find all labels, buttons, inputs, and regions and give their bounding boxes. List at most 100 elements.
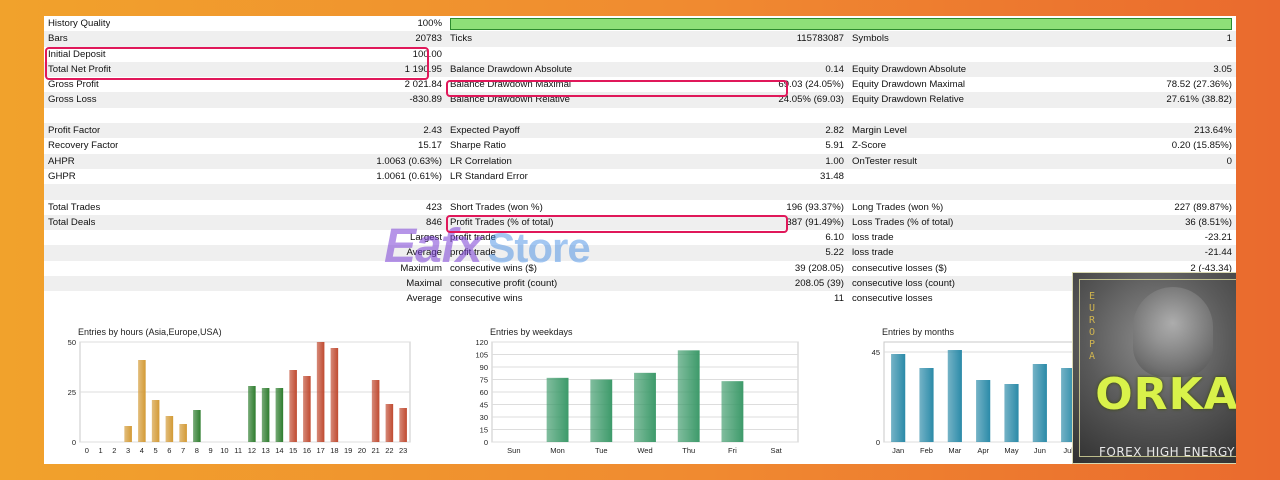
metric-value: 11 bbox=[834, 293, 844, 305]
chart-bar bbox=[371, 380, 380, 442]
chart-bar bbox=[330, 348, 339, 442]
chart-title: Entries by weekdays bbox=[490, 327, 573, 337]
report-cell: Short Trades (won %) 196 (93.37%) bbox=[446, 199, 848, 215]
metric-label: OnTester result bbox=[852, 155, 918, 167]
metric-label: Gross Loss bbox=[48, 94, 97, 106]
report-cell bbox=[848, 184, 1236, 200]
chart-bar bbox=[634, 372, 656, 442]
metric-value: 213.64% bbox=[1194, 125, 1232, 137]
chart-bar bbox=[721, 381, 744, 442]
report-cell: consecutive wins 11 bbox=[446, 291, 848, 307]
x-tick-label: Wed bbox=[637, 446, 652, 455]
x-tick-label: 20 bbox=[358, 446, 366, 455]
metric-label: Sharpe Ratio bbox=[450, 140, 506, 152]
chart-bar bbox=[919, 368, 934, 442]
x-tick-label: 18 bbox=[330, 446, 338, 455]
report-cell: History Quality 100% bbox=[44, 16, 446, 32]
report-cell bbox=[446, 16, 848, 32]
x-tick-label: 5 bbox=[154, 446, 158, 455]
metric-value: 1.0061 (0.61%) bbox=[376, 170, 442, 182]
x-tick-label: Jan bbox=[892, 446, 904, 455]
x-tick-label: Thu bbox=[682, 446, 695, 455]
metric-value: 3.05 bbox=[1213, 63, 1232, 75]
metric-value: -21.44 bbox=[1204, 247, 1232, 259]
x-tick-label: Apr bbox=[977, 446, 989, 455]
x-tick-label: Tue bbox=[595, 446, 608, 455]
chart-bar bbox=[303, 376, 311, 442]
orka-vertical-letter: R bbox=[1088, 315, 1096, 326]
metric-value: 2 021.84 bbox=[404, 79, 442, 91]
chart-bar bbox=[891, 354, 906, 442]
history-quality-bar bbox=[848, 17, 1232, 30]
chart-bar bbox=[316, 342, 325, 442]
metric-label: Margin Level bbox=[852, 125, 907, 137]
metric-label: Initial Deposit bbox=[48, 48, 106, 60]
y-tick-label: 15 bbox=[480, 426, 488, 435]
x-tick-label: Jun bbox=[1034, 446, 1046, 455]
report-cell: Equity Drawdown Absolute 3.05 bbox=[848, 61, 1236, 78]
x-tick-label: 6 bbox=[167, 446, 171, 455]
metric-label: Balance Drawdown Maximal bbox=[450, 79, 572, 91]
metric-label: Short Trades (won %) bbox=[450, 201, 543, 213]
metric-value: 387 (91.49%) bbox=[786, 216, 844, 228]
x-tick-label: 0 bbox=[85, 446, 89, 455]
chart-bar bbox=[275, 388, 284, 442]
x-tick-label: Mon bbox=[550, 446, 565, 455]
x-tick-label: 3 bbox=[126, 446, 130, 455]
metric-label: Loss Trades (% of total) bbox=[852, 216, 954, 228]
report-cell: Gross Loss -830.89 bbox=[44, 92, 446, 108]
report-cell: Ticks 115783087 bbox=[446, 31, 848, 47]
x-tick-label: 8 bbox=[195, 446, 199, 455]
report-cell: Symbols 1 bbox=[848, 31, 1236, 47]
x-tick-label: 14 bbox=[275, 446, 283, 455]
report-cell bbox=[848, 168, 1236, 185]
metric-value: 208.05 (39) bbox=[794, 278, 844, 290]
report-cell bbox=[446, 107, 848, 124]
y-tick-label: 45 bbox=[480, 401, 488, 410]
metric-label: GHPR bbox=[48, 170, 76, 182]
y-tick-label: 0 bbox=[876, 438, 880, 447]
report-cell: Equity Drawdown Relative 27.61% (38.82) bbox=[848, 92, 1236, 108]
report-cell: Z-Score 0.20 (15.85%) bbox=[848, 138, 1236, 154]
report-cell bbox=[848, 16, 1236, 32]
metric-label: Balance Drawdown Relative bbox=[450, 94, 570, 106]
report-cell: Equity Drawdown Maximal 78.52 (27.36%) bbox=[848, 77, 1236, 93]
chart-bar bbox=[151, 400, 160, 442]
x-tick-label: 9 bbox=[209, 446, 213, 455]
report-cell: loss trade -23.21 bbox=[848, 230, 1236, 246]
x-tick-label: 15 bbox=[289, 446, 297, 455]
metric-value: 0.20 (15.85%) bbox=[1171, 140, 1232, 152]
report-cell: Sharpe Ratio 5.91 bbox=[446, 138, 848, 154]
metric-label: AHPR bbox=[48, 155, 75, 167]
metric-label: consecutive wins bbox=[450, 293, 523, 305]
y-tick-label: 0 bbox=[484, 438, 488, 447]
metric-value: 423 bbox=[425, 201, 442, 213]
metric-label: Equity Drawdown Relative bbox=[852, 94, 964, 106]
chart-bar bbox=[1004, 384, 1019, 442]
metric-value: 1.00 bbox=[825, 155, 844, 167]
metric-value: 2.43 bbox=[423, 125, 442, 137]
metric-value: 20783 bbox=[415, 33, 442, 45]
metric-value: 5.91 bbox=[825, 140, 844, 152]
y-tick-label: 105 bbox=[475, 351, 488, 360]
report-cell bbox=[446, 46, 848, 62]
metric-value: 31.48 bbox=[819, 170, 844, 182]
metric-label: consecutive loss (count) bbox=[852, 278, 955, 290]
metric-value: Maximal bbox=[406, 278, 442, 290]
metric-label: Total Trades bbox=[48, 201, 101, 213]
metric-label: loss trade bbox=[852, 247, 894, 259]
metric-value: 36 (8.51%) bbox=[1185, 216, 1232, 228]
x-tick-label: 17 bbox=[316, 446, 324, 455]
orka-vertical-letter: O bbox=[1088, 327, 1096, 338]
x-tick-label: Sun bbox=[507, 446, 520, 455]
metric-label: Gross Profit bbox=[48, 79, 99, 91]
report-cell: Loss Trades (% of total) 36 (8.51%) bbox=[848, 214, 1236, 231]
metric-value: 100.00 bbox=[412, 48, 442, 60]
metric-label: Equity Drawdown Maximal bbox=[852, 79, 966, 91]
watermark-sub: Store bbox=[487, 224, 590, 271]
store-watermark: Eafx Store bbox=[384, 219, 591, 274]
x-tick-label: Sat bbox=[771, 446, 783, 455]
orka-vertical-letter: E bbox=[1088, 291, 1096, 302]
metric-label: Long Trades (won %) bbox=[852, 201, 944, 213]
chart-bar bbox=[385, 404, 394, 442]
